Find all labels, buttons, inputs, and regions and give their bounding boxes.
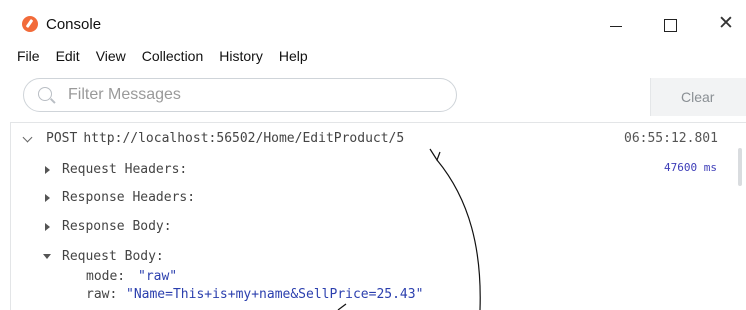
minimize-icon[interactable] [596, 10, 636, 38]
menu-collection[interactable]: Collection [142, 46, 210, 68]
body-raw-value: "Name=This+is+my+name&SellPrice=25.43" [126, 287, 424, 302]
triangle-down-icon[interactable] [43, 254, 51, 259]
maximize-icon[interactable] [650, 10, 690, 38]
menu-history[interactable]: History [219, 46, 270, 68]
menu-edit[interactable]: Edit [56, 46, 87, 68]
clear-button[interactable]: Clear [650, 78, 746, 116]
title-bar: Console ✕ [0, 0, 746, 44]
triangle-right-icon[interactable] [45, 223, 50, 231]
request-line[interactable]: POST http://localhost:56502/Home/EditProd… [22, 131, 404, 146]
section-request-body[interactable]: Request Body: [62, 249, 164, 264]
filter-box [23, 78, 457, 112]
menu-view[interactable]: View [96, 46, 133, 68]
menu-help[interactable]: Help [279, 46, 315, 68]
body-mode-value: "raw" [138, 269, 178, 284]
scrollbar-thumb[interactable] [738, 148, 742, 186]
body-raw-key: raw: [86, 287, 118, 302]
close-icon[interactable]: ✕ [706, 10, 746, 38]
section-request-headers[interactable]: Request Headers: [62, 162, 187, 177]
request-method: POST [46, 131, 78, 146]
section-response-headers[interactable]: Response Headers: [62, 190, 195, 205]
app-icon [22, 16, 38, 32]
menu-file[interactable]: File [0, 46, 47, 68]
search-icon [38, 87, 52, 101]
request-duration: 47600 ms [664, 161, 717, 174]
filter-messages-input[interactable] [68, 84, 448, 106]
window-title: Console [46, 16, 102, 33]
triangle-right-icon[interactable] [45, 166, 50, 174]
menu-bar: File Edit View Collection History Help [0, 46, 324, 68]
body-mode-key: mode: [86, 269, 126, 284]
request-timestamp: 06:55:12.801 [624, 131, 718, 146]
triangle-right-icon[interactable] [45, 194, 50, 202]
request-url: http://localhost:56502/Home/EditProduct/… [83, 131, 405, 146]
section-response-body[interactable]: Response Body: [62, 219, 172, 234]
